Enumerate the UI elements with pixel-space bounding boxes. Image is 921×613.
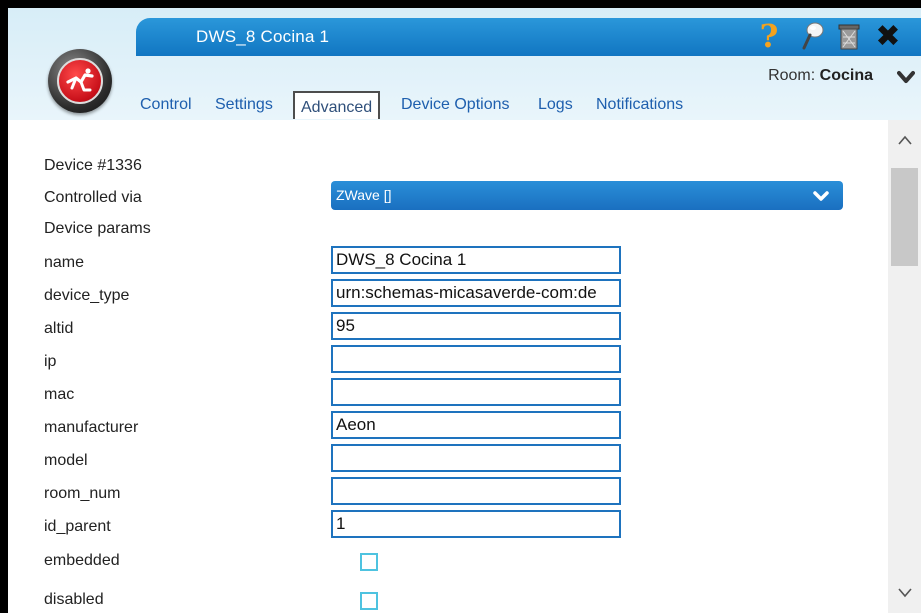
tab-bar: Control Settings Advanced Device Options… xyxy=(8,91,921,120)
scroll-up-button[interactable] xyxy=(888,120,921,160)
disabled-checkbox[interactable] xyxy=(360,592,378,610)
param-label-device-type: device_type xyxy=(44,287,130,304)
help-icon[interactable]: ? xyxy=(756,17,782,55)
param-label-room-num: room_num xyxy=(44,485,121,502)
param-label-id-parent: id_parent xyxy=(44,518,111,535)
scroll-down-button[interactable] xyxy=(888,573,921,613)
tab-logs[interactable]: Logs xyxy=(538,96,573,114)
window-frame: DWS_8 Cocina 1 ? ✖ Room: Cocina Control … xyxy=(0,0,921,613)
scroll-thumb[interactable] xyxy=(891,168,918,266)
advanced-panel: Device #1336 Controlled via ZWave [] Dev… xyxy=(8,120,921,613)
vertical-scrollbar[interactable] xyxy=(888,120,921,613)
controlled-via-label: Controlled via xyxy=(44,189,142,206)
tab-settings[interactable]: Settings xyxy=(215,96,273,114)
room-name: Cocina xyxy=(819,67,873,84)
chevron-down-icon[interactable] xyxy=(897,68,915,86)
altid-field[interactable] xyxy=(331,312,621,340)
mac-field[interactable] xyxy=(331,378,621,406)
name-field[interactable] xyxy=(331,246,621,274)
flag-label-disabled: disabled xyxy=(44,591,104,608)
param-label-mac: mac xyxy=(44,386,75,403)
device-type-field[interactable] xyxy=(331,279,621,307)
param-label-manufacturer: manufacturer xyxy=(44,419,139,436)
trash-icon[interactable] xyxy=(834,20,864,52)
tab-notifications[interactable]: Notifications xyxy=(596,96,683,114)
dialog-title: DWS_8 Cocina 1 xyxy=(196,27,330,46)
controlled-via-value: ZWave [] xyxy=(336,187,392,203)
device-dialog: DWS_8 Cocina 1 ? ✖ Room: Cocina Control … xyxy=(8,8,921,613)
tab-advanced[interactable]: Advanced xyxy=(293,91,381,119)
embedded-checkbox[interactable] xyxy=(360,553,378,571)
manufacturer-field[interactable] xyxy=(331,411,621,439)
param-label-model: model xyxy=(44,452,88,469)
param-label-ip: ip xyxy=(44,353,57,370)
room-num-field[interactable] xyxy=(331,477,621,505)
close-icon[interactable]: ✖ xyxy=(871,19,905,54)
device-params-label: Device params xyxy=(44,220,151,237)
pushpin-icon[interactable] xyxy=(798,20,828,52)
flag-label-embedded: embedded xyxy=(44,552,120,569)
chevron-down-icon xyxy=(813,191,829,201)
room-prefix: Room: xyxy=(768,67,820,84)
tab-device-options[interactable]: Device Options xyxy=(401,96,510,114)
chevron-up-icon xyxy=(897,135,912,145)
param-label-altid: altid xyxy=(44,320,74,337)
controlled-via-select[interactable]: ZWave [] xyxy=(331,181,843,210)
ip-field[interactable] xyxy=(331,345,621,373)
param-label-name: name xyxy=(44,254,85,271)
tab-control[interactable]: Control xyxy=(140,96,192,114)
dialog-header: DWS_8 Cocina 1 ? ✖ Room: Cocina Control … xyxy=(8,8,921,120)
room-indicator: Room: Cocina xyxy=(768,67,873,85)
chevron-down-icon xyxy=(897,588,912,598)
id-parent-field[interactable] xyxy=(331,510,621,538)
device-number: Device #1336 xyxy=(44,157,142,174)
model-field[interactable] xyxy=(331,444,621,472)
